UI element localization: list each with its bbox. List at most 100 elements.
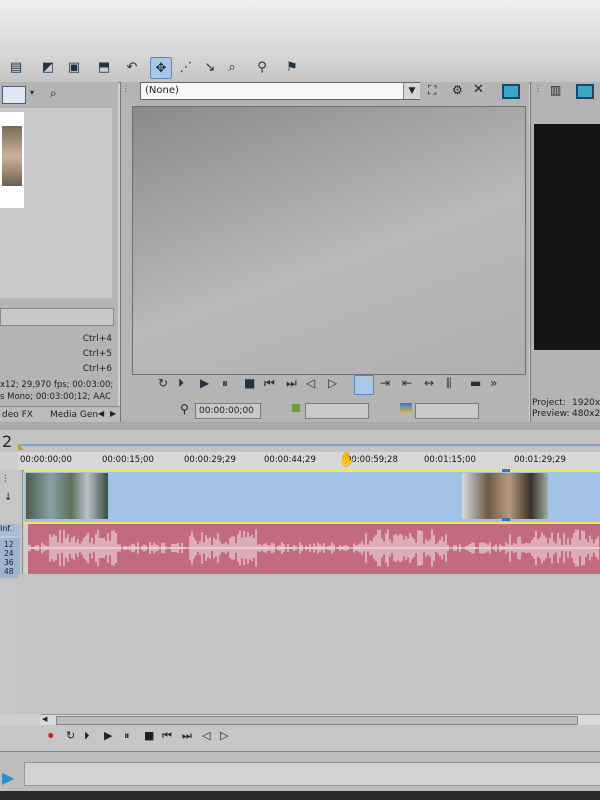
media-icon[interactable]: ⬒ [94,57,114,77]
track-motion-icon[interactable]: ⫶ [4,474,7,485]
selection-tool-icon[interactable]: ↘ [200,57,220,77]
trimmer-preview [132,106,526,375]
in-point-icon [292,404,300,412]
go-start-icon[interactable]: ⏮ [162,729,172,743]
dropdown-arrow-icon[interactable]: ▾ [30,88,34,97]
media-info-line: x12; 29,970 fps; 00:03:00; [0,380,114,390]
level-label: Inf. [0,524,20,536]
play-icon[interactable]: ▶ [2,768,14,787]
media-list [0,108,112,298]
frame-info-field [415,403,479,419]
more-icon[interactable]: » [490,376,497,390]
pause-icon[interactable]: ⏸ [124,729,130,743]
image-icon [400,403,412,414]
window-tabs: deo FX Media Gen ◀ ▶ [0,406,126,423]
envelope-tool-icon[interactable]: ⋰ [176,57,196,77]
project-label: Project: [532,398,566,408]
insert-icon[interactable]: ⇤ [402,376,412,390]
scroll-right-icon[interactable]: ▶ [110,409,116,418]
go-end-icon[interactable]: ⏭ [182,729,192,743]
region-icon[interactable]: ▬ [470,376,481,390]
delete-preset-icon[interactable]: ⚙ [452,83,463,97]
video-event[interactable] [24,469,600,524]
open-icon[interactable]: ▤ [6,57,26,77]
ruler-tick: 00:00:15;00 [102,455,154,465]
snapping-icon[interactable]: ⚲ [252,57,272,77]
record-icon[interactable]: ⏺ [48,729,54,743]
track-fx-icon[interactable]: ↓ [4,492,12,503]
ruler-tick: 00:01:29;29 [514,455,566,465]
shortcut-label: Ctrl+5 [82,349,112,359]
preview-properties-icon[interactable]: ▥ [550,83,561,97]
time-selection-bar[interactable] [20,444,600,446]
timeline-empty-area[interactable] [18,574,600,714]
properties-icon[interactable]: ▣ [64,57,84,77]
ruler-tick: 00:00:29;29 [184,455,236,465]
loop-marker-icon[interactable]: ◣ [18,442,24,451]
loop-icon[interactable]: ↻ [66,729,75,742]
trimmer-preset-dropdown[interactable]: (None) [140,82,420,100]
go-end-icon[interactable]: ⏭ [286,376,297,391]
panel-grip-icon[interactable]: ⋮ [122,84,130,93]
search-icon[interactable]: ⌕ [50,86,57,101]
save-preset-icon[interactable]: ⛶ [428,83,436,98]
fit-icon[interactable]: ↔ [424,376,434,390]
auto-ripple-icon[interactable]: ⚑ [282,57,302,77]
ruler-tick: 00:01:15;00 [424,455,476,465]
render-icon[interactable]: ◩ [38,57,58,77]
video-thumbnail [26,473,108,519]
timecode-display: 00:00:00;00 [195,403,261,419]
timeline-scrollbar[interactable]: ◀ [40,714,600,725]
pause-icon[interactable]: ⏸ [222,376,228,391]
next-frame-icon[interactable]: ▷ [220,729,228,742]
play-from-start-icon[interactable]: ⏵ [178,376,184,391]
go-start-icon[interactable]: ⏮ [264,376,275,391]
track-number: 2 [2,432,13,451]
play-icon[interactable]: ▶ [200,376,209,390]
overlay-toggle-icon[interactable] [354,375,374,395]
media-search-field[interactable] [0,308,114,326]
tab-video-fx[interactable]: deo FX [2,410,33,420]
monitor-icon[interactable] [502,84,520,99]
project-media-panel: ▾ ⌕ Ctrl+4 Ctrl+5 Ctrl+6 x12; 29,970 fps… [0,82,126,423]
view-icon[interactable] [2,86,26,104]
stop-icon[interactable]: ■ [144,729,154,742]
zoom-tool-icon[interactable]: ⌕ [222,57,242,77]
pane-divider[interactable] [0,422,600,430]
scrollbar-thumb[interactable] [56,716,578,725]
add-to-timeline-icon[interactable]: ⇥ [380,376,390,390]
previous-frame-icon[interactable]: ◁ [202,729,210,742]
audio-waveform [28,529,600,567]
marker-icon[interactable]: ⫼ [446,376,452,391]
undo-history-icon[interactable]: ↶ [122,57,142,77]
fade-handle[interactable] [502,469,510,472]
timeline-transport: ⏺ ↻ ⏵ ▶ ⏸ ■ ⏮ ⏭ ◁ ▷ [0,725,600,751]
close-icon[interactable]: ✕ [473,82,484,97]
ruler-tick: 00:00:00;00 [20,455,72,465]
scroll-left-icon[interactable]: ◀ [98,409,104,418]
fade-handle[interactable] [502,518,510,521]
taskbar-field [24,762,600,786]
panel-grip-icon[interactable]: ⋮ [534,84,542,93]
loop-icon[interactable]: ↻ [158,376,168,390]
play-icon[interactable]: ▶ [104,729,112,742]
next-frame-icon[interactable]: ▷ [328,376,337,390]
audio-event[interactable] [28,522,600,578]
monitor-bezel-top [0,0,600,52]
selection-length-field [305,403,369,419]
tab-media-generators[interactable]: Media Gen [50,410,98,420]
project-value: 1920x [572,398,600,408]
previous-frame-icon[interactable]: ◁ [306,376,315,390]
timeline-ruler[interactable]: 00:00:00;00 00:00:15;00 00:00:29;29 00:0… [18,452,600,471]
db-label: 24 [4,549,14,558]
play-from-start-icon[interactable]: ⏵ [84,729,90,743]
ruler-tick: 00:00:44;29 [264,455,316,465]
media-thumbnail[interactable] [0,112,24,208]
stop-icon[interactable]: ■ [244,376,255,390]
monitor-icon[interactable] [576,84,594,99]
normal-edit-tool-icon[interactable]: ✥ [150,57,172,79]
chevron-down-icon[interactable]: ▼ [403,83,420,99]
monitor-bezel-bottom [0,791,600,800]
preset-value: (None) [145,85,179,96]
scroll-left-icon[interactable]: ◀ [42,715,47,723]
